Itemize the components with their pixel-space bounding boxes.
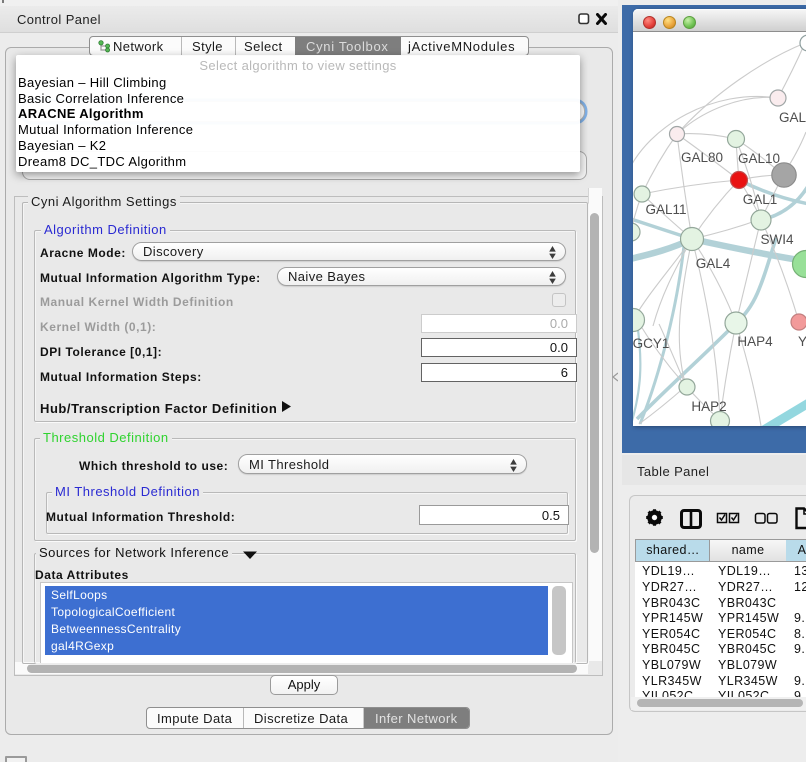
- svg-text:YM: YM: [798, 334, 806, 349]
- svg-text:GAL80: GAL80: [681, 150, 723, 165]
- svg-text:GAL11: GAL11: [645, 202, 686, 217]
- svg-text:GAL1: GAL1: [743, 192, 778, 207]
- svg-text:SWI4: SWI4: [760, 232, 793, 247]
- svg-text:GAL4: GAL4: [696, 256, 731, 271]
- svg-text:GAL10: GAL10: [738, 151, 780, 166]
- svg-text:GAL2: GAL2: [779, 110, 806, 125]
- svg-text:HAP2: HAP2: [691, 399, 726, 414]
- svg-text:GCY1: GCY1: [633, 336, 669, 351]
- svg-text:HAP4: HAP4: [737, 334, 773, 349]
